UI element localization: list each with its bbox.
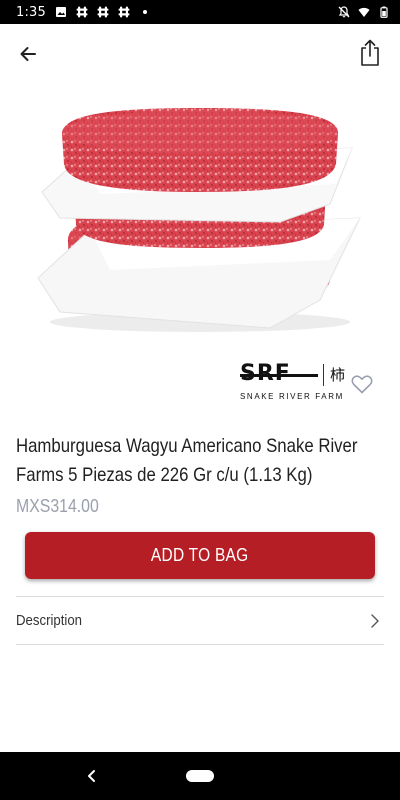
back-button[interactable] bbox=[12, 38, 44, 70]
add-to-bag-button[interactable]: ADD TO BAG bbox=[25, 532, 375, 579]
product-title: Hamburguesa Wagyu Americano Snake River … bbox=[16, 435, 358, 486]
notifications-off-icon bbox=[338, 6, 350, 18]
status-left: 1:35 bbox=[16, 5, 338, 20]
image-icon bbox=[56, 7, 66, 17]
heart-outline-icon bbox=[351, 375, 373, 394]
nav-back-button[interactable] bbox=[80, 764, 104, 788]
add-to-bag-label: ADD TO BAG bbox=[151, 545, 249, 565]
arrow-left-icon bbox=[20, 47, 36, 61]
brand-kanji: 柿 bbox=[330, 366, 346, 384]
chevron-left-icon bbox=[88, 770, 95, 782]
dot-icon bbox=[143, 10, 147, 14]
status-time: 1:35 bbox=[16, 4, 46, 20]
brand-name: SNAKE RIVER FARMS bbox=[240, 392, 344, 401]
slack-icon bbox=[97, 6, 109, 18]
navigation-bar bbox=[0, 752, 400, 800]
chevron-right-icon bbox=[371, 614, 379, 628]
wifi-icon bbox=[358, 7, 370, 18]
app-bar bbox=[0, 24, 400, 82]
wishlist-button[interactable] bbox=[350, 372, 374, 396]
slack-icon bbox=[76, 6, 88, 18]
status-right bbox=[338, 6, 390, 18]
status-bar: 1:35 bbox=[0, 0, 400, 24]
slack-icon bbox=[118, 6, 130, 18]
battery-icon bbox=[380, 6, 388, 18]
share-icon bbox=[361, 39, 379, 66]
description-row[interactable]: Description bbox=[16, 596, 384, 645]
brand-logo: SRF 柿 SNAKE RIVER FARMS bbox=[240, 362, 348, 402]
description-label: Description bbox=[16, 612, 83, 629]
product-image bbox=[37, 108, 361, 332]
product-price: MXS314.00 bbox=[16, 496, 99, 516]
share-button[interactable] bbox=[354, 36, 386, 70]
brand-row: SRF 柿 SNAKE RIVER FARMS bbox=[0, 358, 400, 404]
nav-home-pill[interactable] bbox=[186, 770, 214, 782]
brand-divider bbox=[323, 364, 324, 386]
